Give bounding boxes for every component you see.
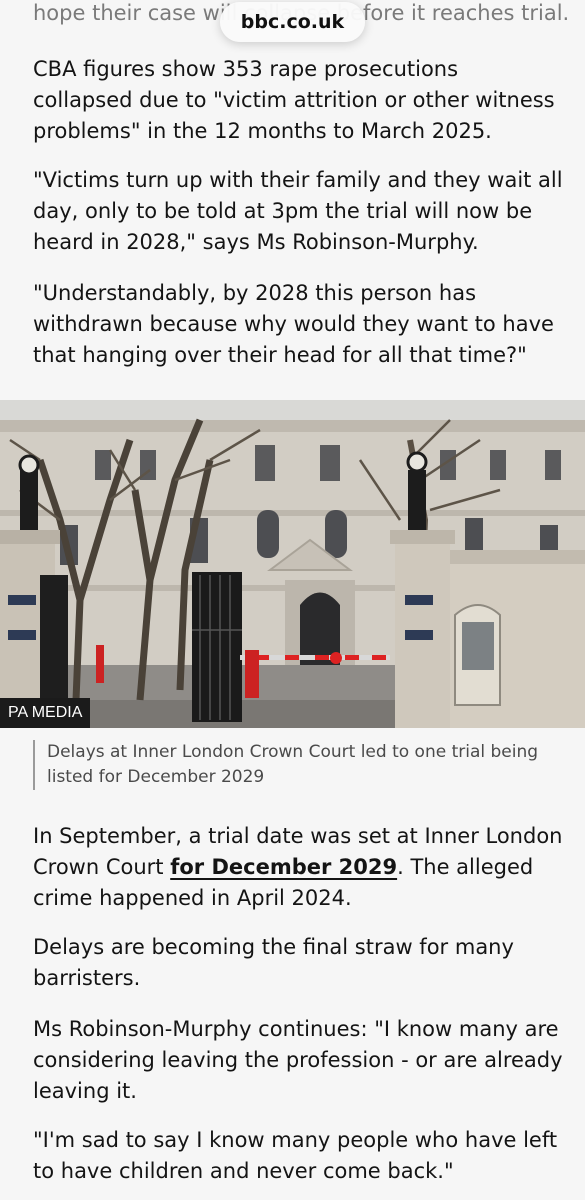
article-paragraph: "Understandably, by 2028 this person has…	[33, 281, 554, 367]
article-paragraph: "I'm sad to say I know many people who h…	[33, 1128, 558, 1183]
article-image[interactable]: PA MEDIA	[0, 400, 585, 728]
address-bar-pill[interactable]: bbc.co.uk	[220, 2, 365, 42]
article-paragraph: "Victims turn up with their family and t…	[33, 168, 563, 254]
article-paragraph: In September, a trial date was set at In…	[33, 821, 563, 914]
article-paragraph: CBA figures show 353 rape prosecutions c…	[33, 57, 555, 143]
image-credit-label: PA MEDIA	[0, 698, 91, 728]
trial-date-link[interactable]: for December 2029	[170, 855, 397, 879]
article-paragraph: Delays are becoming the final straw for …	[33, 935, 514, 990]
article-paragraph: Ms Robinson-Murphy continues: "I know ma…	[33, 1017, 563, 1103]
court-building-photo	[0, 400, 585, 728]
image-caption: Delays at Inner London Crown Court led t…	[33, 740, 567, 790]
